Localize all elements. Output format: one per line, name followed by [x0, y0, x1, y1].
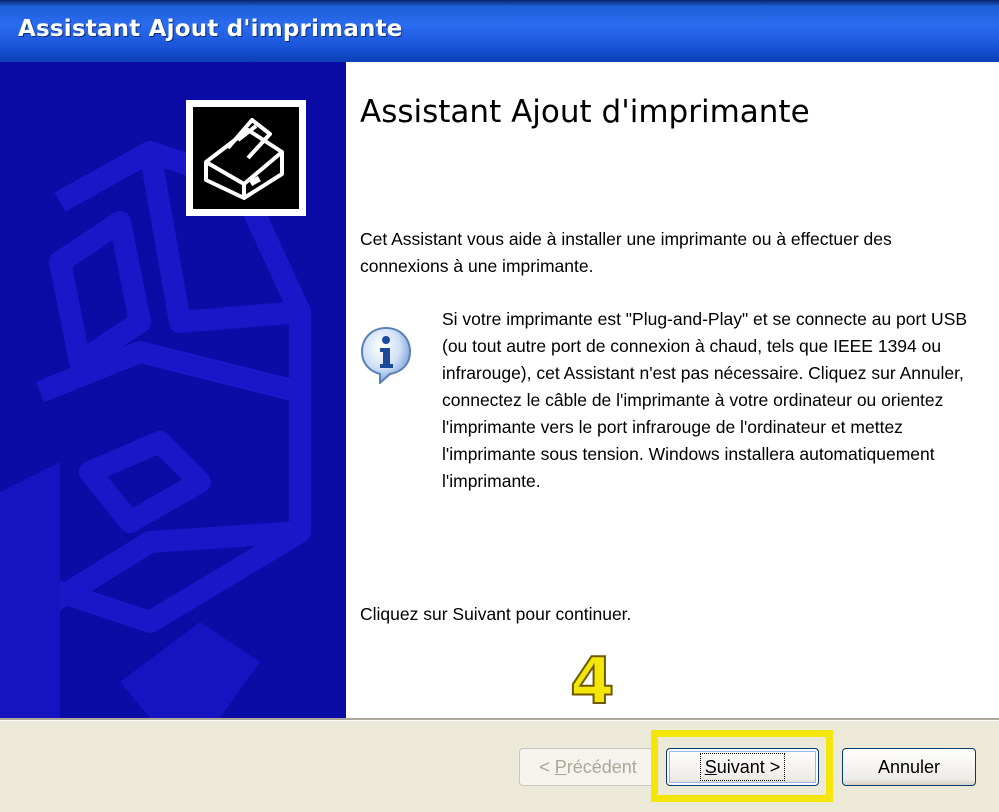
intro-text: Cet Assistant vous aide à installer une … — [360, 229, 892, 276]
info-icon — [360, 326, 412, 384]
button-bar: < Précédent Suivant > Annuler — [0, 718, 999, 812]
next-button-highlight — [651, 730, 833, 802]
printer-icon — [186, 100, 306, 216]
page-title: Assistant Ajout d'imprimante — [360, 94, 810, 130]
previous-prefix: < — [539, 757, 555, 777]
title-bar[interactable]: Assistant Ajout d'imprimante — [0, 0, 999, 62]
wizard-banner — [0, 62, 346, 718]
wizard-content: Assistant Ajout d'imprimante Cet Assista… — [346, 62, 999, 718]
cancel-button[interactable]: Annuler — [842, 748, 976, 786]
separator-highlight — [0, 720, 999, 721]
previous-button[interactable]: < Précédent — [519, 748, 657, 786]
info-text: Si votre imprimante est "Plug-and-Play" … — [442, 309, 968, 491]
previous-accelerator: P — [554, 757, 567, 777]
step-number-annotation: 4 — [569, 645, 616, 719]
continue-instruction: Cliquez sur Suivant pour continuer. — [360, 604, 632, 624]
window-title: Assistant Ajout d'imprimante — [18, 16, 403, 42]
previous-label-rest: récédent — [566, 757, 637, 777]
